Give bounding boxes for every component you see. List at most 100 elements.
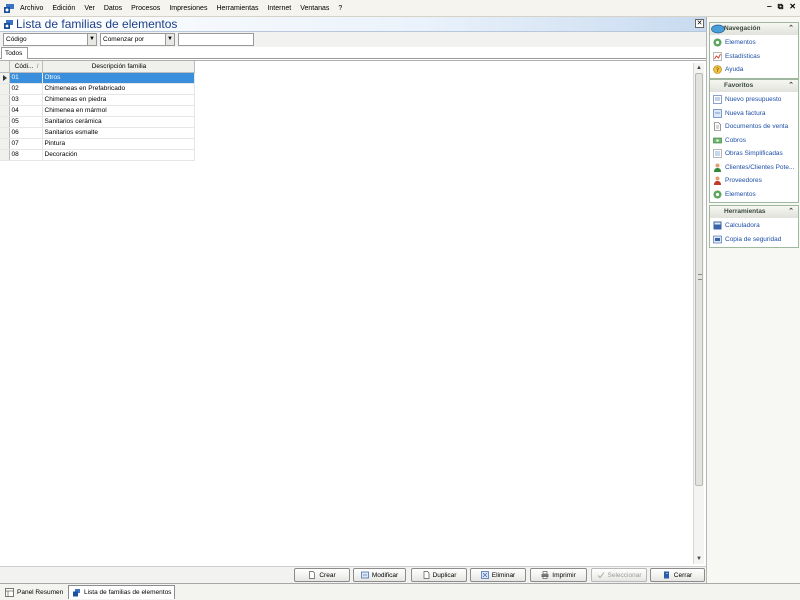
new-budget-icon — [713, 95, 722, 105]
cell-code[interactable]: 03 — [9, 94, 43, 106]
scroll-up-icon[interactable]: ▲ — [694, 63, 704, 73]
row-indicator[interactable] — [0, 138, 10, 150]
herramientas-header[interactable]: Herramientas ⌃ — [710, 206, 798, 218]
fav-item-obras-simplificadas[interactable]: Obras Simplificadas — [710, 147, 798, 161]
seleccionar-button[interactable]: Seleccionar — [591, 568, 647, 582]
nav-item-elementos[interactable]: Elementos — [710, 36, 798, 50]
eliminar-button[interactable]: Eliminar — [470, 568, 526, 582]
sort-icon: / — [36, 62, 39, 70]
fav-item-proveedores[interactable]: Proveedores — [710, 174, 798, 188]
tool-item-calculadora[interactable]: Calculadora — [710, 219, 798, 233]
navegacion-title: Navegación — [724, 25, 761, 32]
table-row[interactable]: 07 Pintura — [0, 138, 195, 150]
table-row[interactable]: 05 Sanitarios cerámica — [0, 116, 195, 128]
cell-description[interactable]: Sanitarios cerámica — [42, 116, 195, 128]
table-row[interactable]: 06 Sanitarios esmalte — [0, 127, 195, 139]
row-indicator[interactable] — [0, 116, 10, 128]
clients-icon — [714, 163, 721, 172]
new-document-icon — [309, 571, 316, 579]
table-row[interactable]: 08 Decoración — [0, 149, 195, 161]
collapse-icon[interactable]: ⌃ — [788, 80, 794, 92]
imprimir-button[interactable]: Imprimir — [530, 568, 587, 582]
crear-button[interactable]: Crear — [294, 568, 350, 582]
row-indicator[interactable] — [0, 149, 10, 161]
collapse-icon[interactable]: ⌃ — [788, 23, 794, 35]
row-indicator[interactable] — [0, 105, 10, 117]
cell-description[interactable]: Chimenea en mármol — [42, 105, 195, 117]
chevron-down-icon[interactable]: ▼ — [87, 34, 96, 45]
imprimir-label: Imprimir — [552, 571, 576, 579]
menu-ver[interactable]: Ver — [84, 5, 95, 12]
menu-edicion[interactable]: Edición — [52, 5, 75, 12]
chevron-down-icon[interactable]: ▼ — [165, 34, 174, 45]
restore-icon[interactable]: ⧉ — [778, 2, 784, 12]
menu-ventanas[interactable]: Ventanas — [300, 5, 329, 12]
cell-code[interactable]: 05 — [9, 116, 43, 128]
new-invoice-icon — [713, 108, 722, 118]
menu-internet[interactable]: Internet — [267, 5, 291, 12]
cell-code[interactable]: 02 — [9, 83, 43, 95]
herramientas-title: Herramientas — [724, 208, 766, 215]
fav-item-nuevo-presupuesto[interactable]: Nuevo presupuesto — [710, 93, 798, 107]
menu-herramientas[interactable]: Herramientas — [216, 5, 258, 12]
row-indicator[interactable] — [0, 72, 10, 84]
nav-item-ayuda[interactable]: ? Ayuda — [710, 63, 798, 77]
cell-description[interactable]: Pintura — [42, 138, 195, 150]
eliminar-label: Eliminar — [491, 571, 516, 579]
cell-description[interactable]: Chimeneas en piedra — [42, 94, 195, 106]
cell-description[interactable]: Decoración — [42, 149, 195, 161]
cell-description[interactable]: Sanitarios esmalte — [42, 127, 195, 139]
cell-code[interactable]: 01 — [9, 72, 43, 84]
menu-archivo[interactable]: Archivo — [20, 5, 43, 12]
nav-item-estadisticas[interactable]: Estadísticas — [710, 50, 798, 64]
cell-code[interactable]: 04 — [9, 105, 43, 117]
menu-procesos[interactable]: Procesos — [131, 5, 160, 12]
cell-code[interactable]: 07 — [9, 138, 43, 150]
menu-help[interactable]: ? — [338, 5, 342, 12]
fav-item-cobros[interactable]: Cobros — [710, 134, 798, 148]
table-row[interactable]: 02 Chimeneas en Prefabricado — [0, 83, 195, 95]
window-tab-families-list[interactable]: Lista de familias de elementos — [68, 585, 176, 599]
navegacion-header[interactable]: Navegación ⌃ — [710, 23, 798, 35]
tab-todos[interactable]: Todos — [1, 47, 28, 59]
families-list-icon — [73, 589, 80, 597]
row-indicator[interactable] — [0, 94, 10, 106]
modificar-button[interactable]: Modificar — [353, 568, 406, 582]
cell-description[interactable]: Chimeneas en Prefabricado — [42, 83, 195, 95]
fav-item-clientes[interactable]: Clientes/Clientes Pote... — [710, 161, 798, 175]
menu-datos[interactable]: Datos — [104, 5, 122, 12]
favoritos-header[interactable]: Favoritos ⌃ — [710, 80, 798, 92]
close-icon[interactable]: ✕ — [789, 2, 796, 12]
search-field-combo[interactable]: Código ▼ — [3, 33, 97, 46]
fav-item-elementos-label: Elementos — [725, 190, 756, 198]
cerrar-button[interactable]: Cerrar — [650, 568, 705, 582]
row-indicator[interactable] — [0, 127, 10, 139]
collapse-icon[interactable]: ⌃ — [788, 206, 794, 218]
column-header-description[interactable]: Descripción familia — [42, 61, 195, 73]
tool-item-copia-seguridad[interactable]: Copia de seguridad — [710, 233, 798, 247]
menu-impresiones[interactable]: Impresiones — [169, 5, 207, 12]
elements-icon — [713, 190, 722, 199]
cell-description[interactable]: Otros — [42, 72, 195, 84]
table-row[interactable]: 01 Otros — [0, 72, 195, 84]
vertical-scrollbar[interactable]: ▲ ▼ — [693, 63, 704, 564]
fav-item-documentos-venta[interactable]: Documentos de venta — [710, 120, 798, 134]
scroll-down-icon[interactable]: ▼ — [694, 554, 704, 564]
current-row-arrow-icon — [3, 74, 7, 81]
table-row[interactable]: 03 Chimeneas en piedra — [0, 94, 195, 106]
window-tab-panel-resumen[interactable]: Panel Resumen — [2, 585, 66, 599]
row-indicator[interactable] — [0, 83, 10, 95]
minimize-icon[interactable]: ‒ — [767, 2, 771, 12]
table-row[interactable]: 04 Chimenea en mármol — [0, 105, 195, 117]
scroll-thumb[interactable] — [695, 73, 703, 486]
fav-item-elementos[interactable]: Elementos — [710, 188, 798, 202]
cell-code[interactable]: 06 — [9, 127, 43, 139]
fav-item-nueva-factura[interactable]: Nueva factura — [710, 107, 798, 121]
search-input[interactable] — [178, 33, 254, 46]
cell-code[interactable]: 08 — [9, 149, 43, 161]
column-header-code[interactable]: Códi... / — [9, 61, 43, 73]
herramientas-section: Herramientas ⌃ Calculadora Copia de segu… — [709, 205, 799, 248]
duplicar-button[interactable]: Duplicar — [411, 568, 467, 582]
match-mode-combo[interactable]: Comenzar por ▼ — [100, 33, 175, 46]
close-document-button[interactable]: ✕ — [695, 19, 704, 28]
